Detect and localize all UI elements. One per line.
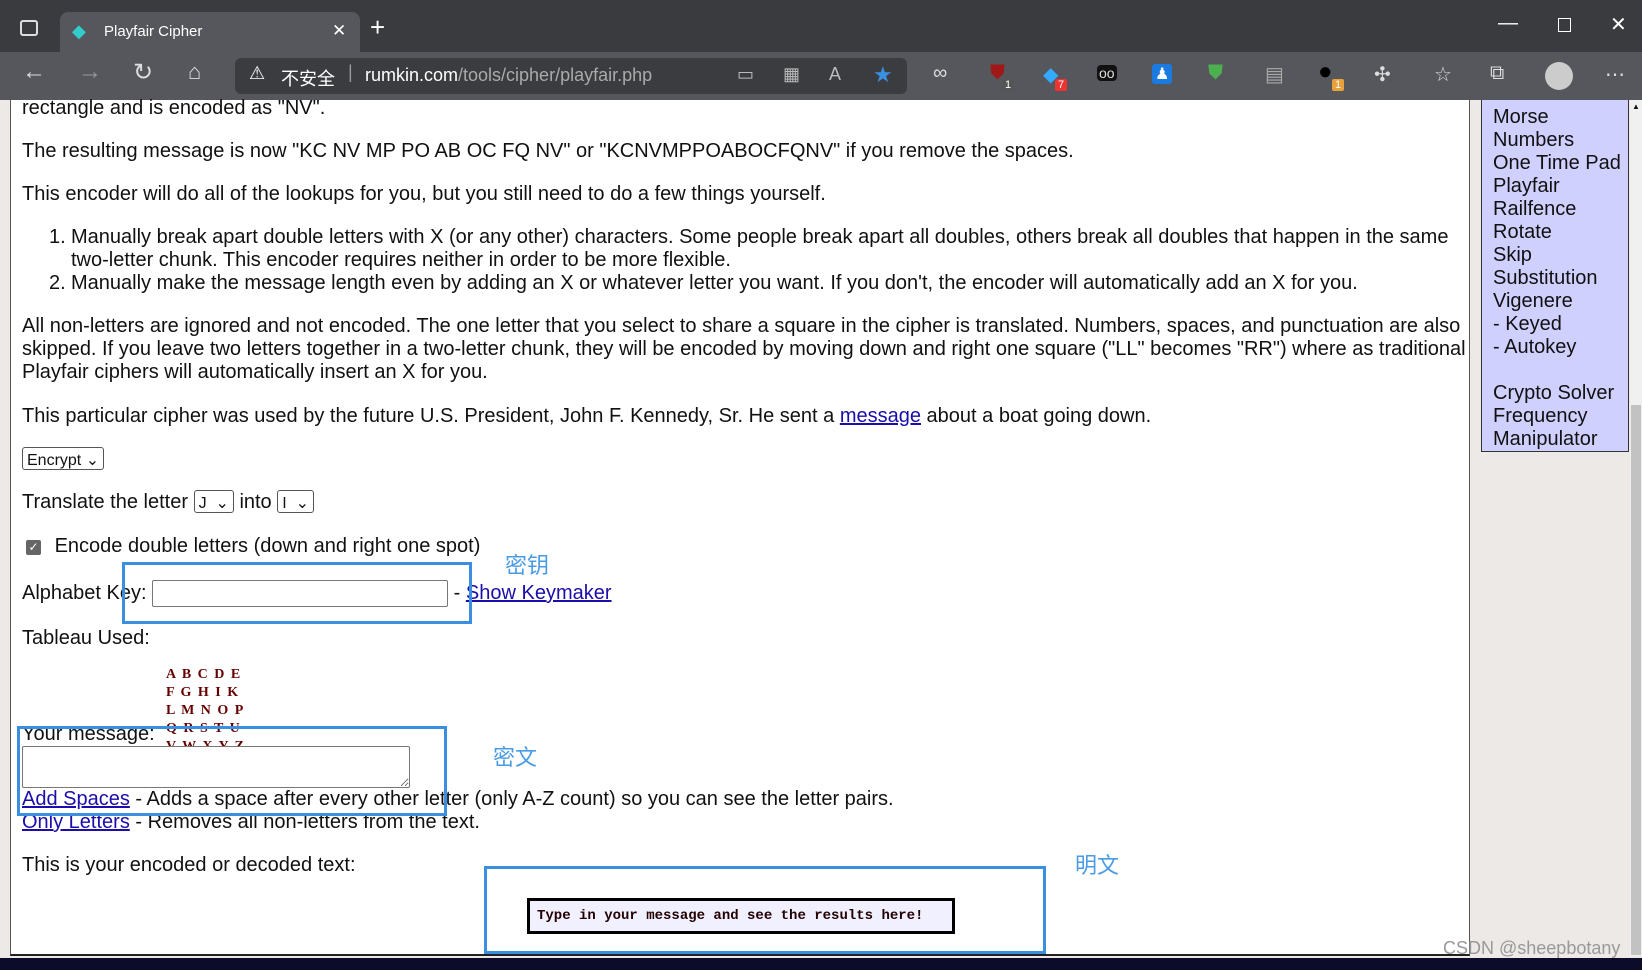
collections-icon[interactable]: ⧉ [1490,62,1504,85]
paragraph: The resulting message is now "KC NV MP P… [22,140,1074,162]
list-item: Manually make the message length even by… [71,272,1358,294]
favorite-star-icon[interactable]: ★ [873,62,893,88]
extensions-puzzle-icon[interactable]: ✣ [1374,62,1391,87]
scrollbar-thumb[interactable] [1631,405,1641,955]
extension-badge: 7 [1055,79,1068,91]
result-label: This is your encoded or decoded text: [22,854,356,876]
sidebar-item-playfair[interactable]: Playfair [1493,175,1628,198]
sidebar-item-frequency[interactable]: Frequency [1493,405,1628,428]
sidebar-nav: Morse Numbers One Time Pad Playfair Rail… [1481,100,1629,452]
show-keymaker-link[interactable]: Show Keymaker [466,582,612,604]
infinity-extension-icon[interactable]: ∞ [933,62,947,85]
sidebar-item-one-time-pad[interactable]: One Time Pad [1493,152,1628,175]
forward-icon[interactable]: → [78,58,102,86]
sidebar-item-rotate[interactable]: Rotate [1493,221,1628,244]
annotation-ciphertext-label: 密文 [493,745,538,770]
refresh-icon[interactable]: ↻ [133,58,153,87]
security-label[interactable]: 不安全 [281,65,335,91]
sidebar-item-crypto-solver[interactable]: Crypto Solver [1493,382,1628,405]
translate-label: Translate the letter [22,491,189,513]
annotation-box-key [122,562,472,624]
annotation-key-label: 密钥 [505,553,550,578]
sidebar-item-morse[interactable]: Morse [1493,106,1628,129]
tab-playfair[interactable]: ◆ Playfair Cipher ✕ [60,12,360,52]
annotation-box-ciphertext [17,726,447,816]
read-aloud-icon[interactable]: A [829,64,841,85]
annotation-box-plaintext [484,866,1046,954]
encode-double-label: Encode double letters (down and right on… [54,535,481,557]
close-window-icon[interactable]: ✕ [1610,12,1627,37]
into-label: into [239,491,272,513]
tab-actions-icon[interactable] [20,20,38,36]
page-content: rectangle and is encoded as "NV". The re… [10,97,1470,956]
paragraph: rectangle and is encoded as "NV". [22,97,326,119]
maximize-icon[interactable] [1558,18,1571,32]
new-tab-icon[interactable]: + [370,12,385,43]
sidebar-item-skip[interactable]: Skip [1493,244,1628,267]
tableau-label: Tableau Used: [22,627,150,649]
sidebar-item-substitution[interactable]: Substitution [1493,267,1628,290]
more-menu-icon[interactable]: ⋯ [1605,62,1625,87]
paragraph: All non-letters are ignored and not enco… [22,315,1466,383]
tab-bar: ◆ Playfair Cipher ✕ + — ✕ [0,0,1642,52]
sidebar-item-railfence[interactable]: Railfence [1493,198,1628,221]
sidebar-item-manipulator[interactable]: Manipulator [1493,428,1628,451]
scrollbar[interactable]: ▲ [1630,100,1642,956]
instructions-list: 1. Manually break apart double letters wi… [49,226,1469,295]
profile-avatar[interactable] [1545,62,1573,90]
encode-double-checkbox[interactable]: ✓ [26,540,41,555]
favorites-icon[interactable]: ☆ [1434,62,1452,87]
sidebar-item-autokey[interactable]: - Autokey [1493,336,1628,359]
watermark: CSDN @sheepbotany [1443,938,1621,958]
sidebar-item-vigenere[interactable]: Vigenere [1493,290,1628,313]
favicon-icon: ◆ [72,21,86,41]
message-link[interactable]: message [840,405,921,427]
annotation-plaintext-label: 明文 [1075,853,1120,878]
sidebar-item-numbers[interactable]: Numbers [1493,129,1628,152]
back-icon[interactable]: ← [22,58,46,86]
apps-icon[interactable]: ▦ [783,64,800,85]
url-path: /tools/cipher/playfair.php [458,65,653,85]
url-domain: rumkin.com [365,65,459,85]
circle-extension-icon[interactable]: ● [1318,58,1333,86]
circle-extension-badge: 1 [1332,79,1345,91]
tab-title: Playfair Cipher [104,23,203,40]
minimize-icon[interactable]: — [1498,12,1518,35]
device-icon[interactable]: ▭ [737,64,754,85]
close-tab-icon[interactable]: ✕ [332,21,346,41]
sidebar-item-keyed[interactable]: - Keyed [1493,313,1628,336]
reader-extension-icon[interactable]: ▤ [1265,62,1284,87]
mode-select[interactable]: Encrypt ⌄ [22,447,105,470]
list-item: Manually break apart double letters with… [71,226,1449,271]
glasses-extension-icon[interactable]: oo [1097,65,1117,81]
warning-icon: ⚠ [249,63,266,83]
adguard-icon[interactable]: ⛊ [1208,62,1223,85]
taskbar-strip [0,958,1642,970]
ublock-badge: 1 [1002,79,1015,91]
translate-to-select[interactable]: I ⌄ [277,490,314,513]
home-icon[interactable]: ⌂ [188,59,201,85]
toolbar: ← → ↻ ⌂ ⚠ 不安全 | rumkin.com/tools/cipher/… [0,52,1642,100]
address-bar[interactable]: ⚠ 不安全 | rumkin.com/tools/cipher/playfair… [235,58,907,94]
paragraph: This encoder will do all of the lookups … [22,183,826,205]
translate-from-select[interactable]: J ⌄ [193,490,234,513]
paragraph: This particular cipher was used by the f… [22,405,1152,427]
bird-extension-icon[interactable]: ♟ [1152,64,1173,84]
